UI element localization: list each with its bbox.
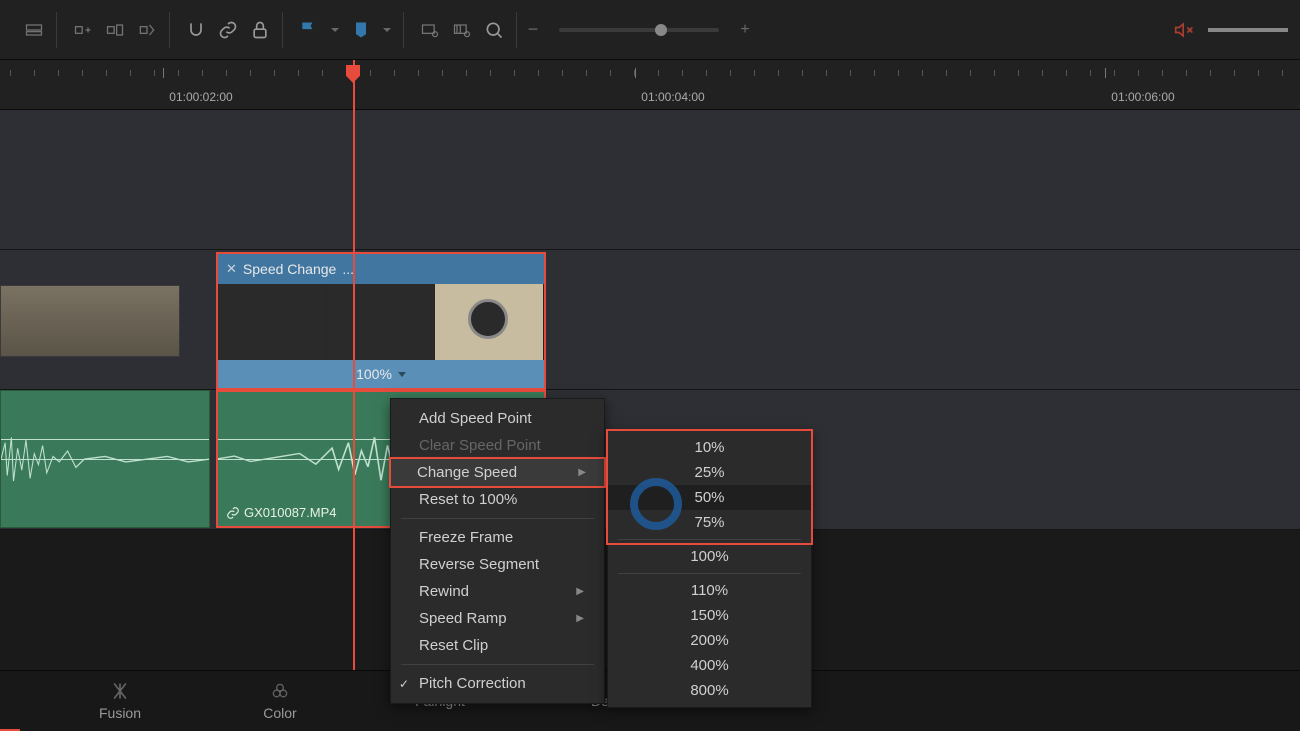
snap-icon[interactable] [184,18,208,42]
menu-item-add-speed-point[interactable]: Add Speed Point [391,405,604,432]
ruler-label: 01:00:02:00 [169,90,232,104]
overwrite-tool-icon[interactable] [103,18,127,42]
menu-item-reset-to-100%[interactable]: Reset to 100% [391,486,604,513]
menu-item-label: Reset Clip [419,637,488,654]
speed-option-75[interactable]: 75% [608,510,811,535]
speed-option-800[interactable]: 800% [608,678,811,703]
menu-item-label: Freeze Frame [419,529,513,546]
selection-tool-icon[interactable] [22,18,46,42]
zoom-slider[interactable] [559,28,719,32]
video-clip-selected[interactable]: ✕ Speed Change ... 100% [216,252,546,390]
menu-item-reset-clip[interactable]: Reset Clip [391,632,604,659]
video-clip-previous[interactable] [0,285,180,357]
menu-item-rewind[interactable]: Rewind ▶ [391,578,604,605]
tab-label: Fusion [99,705,141,721]
menu-item-label: Change Speed [417,464,517,481]
insert-tool-icon[interactable] [71,18,95,42]
chevron-right-icon: ▶ [576,613,584,624]
menu-item-label: Clear Speed Point [419,437,541,454]
zoom-custom-icon[interactable] [482,18,506,42]
zoom-detail-icon[interactable] [450,18,474,42]
ruler-label: 01:00:06:00 [1111,90,1174,104]
menu-item-label: Pitch Correction [419,675,526,692]
speed-submenu: 10%25%50%75% 100% 110%150%200%400%800% [607,430,812,708]
audio-clip-label: GX010087.MP4 [226,505,337,520]
timeline-ruler[interactable]: 01:00:02:00 01:00:04:00 01:00:06:00 [0,60,1300,110]
close-icon[interactable]: ✕ [226,261,237,277]
clip-header: ✕ Speed Change ... [218,254,544,284]
link-icon[interactable] [216,18,240,42]
mute-icon[interactable] [1172,18,1196,42]
replace-tool-icon[interactable] [135,18,159,42]
speed-option-10[interactable]: 10% [608,435,811,460]
speed-option-110[interactable]: 110% [608,578,811,603]
context-menu: Add Speed Point Clear Speed Point Change S… [390,398,605,704]
audio-clip-previous[interactable] [0,390,210,528]
zoom-slider-thumb[interactable] [655,24,667,36]
speed-option-400[interactable]: 400% [608,653,811,678]
menu-item-label: Reset to 100% [419,491,517,508]
clip-speed-footer[interactable]: 100% [218,360,544,388]
menu-item-label: Speed Ramp [419,610,507,627]
empty-track[interactable] [0,110,1300,250]
chevron-right-icon: ▶ [576,586,584,597]
menu-item-reverse-segment[interactable]: Reverse Segment [391,551,604,578]
menu-item-pitch-correction[interactable]: Pitch Correction ✓ [391,670,604,697]
marker-icon[interactable] [349,18,373,42]
volume-slider[interactable] [1208,28,1288,32]
tab-label: Color [263,705,296,721]
chevron-down-icon [398,372,406,377]
speed-option-150[interactable]: 150% [608,603,811,628]
menu-item-clear-speed-point: Clear Speed Point [391,432,604,459]
speed-option-200[interactable]: 200% [608,628,811,653]
flag-icon[interactable] [297,18,321,42]
zoom-plus[interactable]: + [733,18,757,42]
toolbar: − + [0,0,1300,60]
menu-item-label: Rewind [419,583,469,600]
tab-color[interactable]: Color [200,673,360,729]
flag-dropdown-icon[interactable] [329,18,341,42]
speed-option-100[interactable]: 100% [608,544,811,569]
clip-speed-value: 100% [356,366,392,382]
ruler-label: 01:00:04:00 [641,90,704,104]
menu-item-speed-ramp[interactable]: Speed Ramp ▶ [391,605,604,632]
menu-item-label: Reverse Segment [419,556,539,573]
clip-thumbnails [218,284,544,360]
menu-item-label: Add Speed Point [419,410,532,427]
marker-dropdown-icon[interactable] [381,18,393,42]
video-track[interactable]: ✕ Speed Change ... 100% [0,250,1300,390]
check-icon: ✓ [399,677,409,691]
chevron-right-icon: ▶ [578,467,586,478]
lock-icon[interactable] [248,18,272,42]
audio-filename: GX010087.MP4 [244,505,337,520]
menu-item-freeze-frame[interactable]: Freeze Frame [391,524,604,551]
speed-option-50[interactable]: 50% [608,485,811,510]
tab-fusion[interactable]: Fusion [40,673,200,729]
zoom-fit-icon[interactable] [418,18,442,42]
clip-ellipsis: ... [342,261,354,277]
speed-option-25[interactable]: 25% [608,460,811,485]
zoom-minus[interactable]: − [521,18,545,42]
clip-title: Speed Change [243,261,336,277]
menu-item-change-speed[interactable]: Change Speed ▶ [389,457,606,488]
